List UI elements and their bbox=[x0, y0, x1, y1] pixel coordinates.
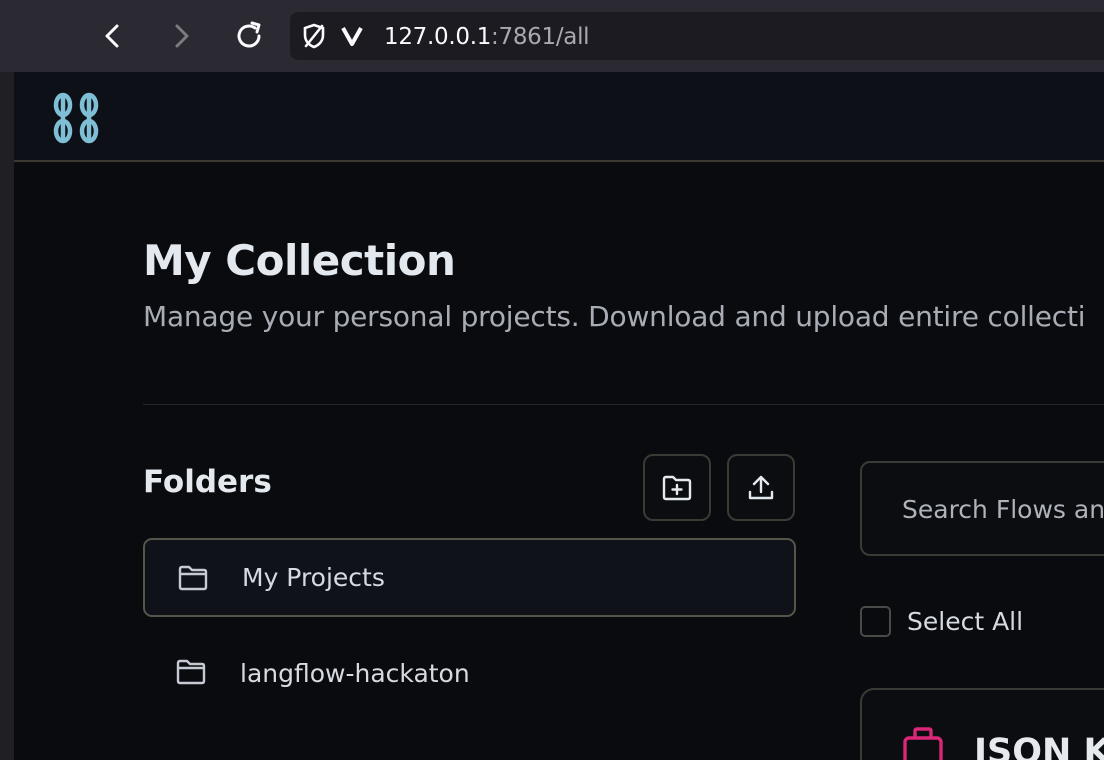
flow-card-title: JSON K bbox=[974, 732, 1104, 760]
window-edge bbox=[0, 72, 14, 760]
divider bbox=[143, 404, 1104, 405]
search-placeholder: Search Flows and bbox=[902, 495, 1104, 524]
back-arrow-icon bbox=[105, 24, 119, 48]
folder-item-my-projects[interactable]: My Projects bbox=[143, 538, 796, 617]
folder-plus-icon bbox=[662, 475, 692, 500]
address-bar[interactable]: 127.0.0.1:7861/all bbox=[290, 12, 1104, 60]
reload-button[interactable] bbox=[231, 18, 267, 54]
select-all-checkbox[interactable] bbox=[860, 606, 891, 637]
logo-link[interactable] bbox=[52, 90, 100, 150]
app-header bbox=[14, 72, 1104, 162]
folder-label: langflow-hackaton bbox=[240, 659, 470, 688]
folder-icon bbox=[178, 565, 208, 591]
site-identity-icon[interactable] bbox=[340, 24, 364, 48]
folders-heading: Folders bbox=[143, 464, 272, 500]
main-content: My Collection Manage your personal proje… bbox=[14, 164, 1104, 760]
page-subtitle: Manage your personal projects. Download … bbox=[143, 300, 1086, 333]
select-all-label[interactable]: Select All bbox=[907, 607, 1023, 636]
flow-card[interactable]: JSON K bbox=[860, 688, 1104, 760]
upload-folder-button[interactable] bbox=[727, 454, 795, 521]
folder-item-langflow-hackaton[interactable]: langflow-hackaton bbox=[143, 634, 796, 713]
reload-icon bbox=[237, 21, 261, 48]
url-text[interactable]: 127.0.0.1:7861/all bbox=[384, 24, 590, 50]
search-input[interactable]: Search Flows and bbox=[860, 461, 1104, 556]
browser-toolbar: 127.0.0.1:7861/all bbox=[0, 0, 1104, 72]
upload-icon bbox=[748, 475, 774, 499]
chain-link-icon bbox=[53, 92, 99, 144]
page-title: My Collection bbox=[143, 236, 456, 285]
url-host: 127.0.0.1 bbox=[384, 24, 492, 50]
briefcase-icon bbox=[903, 727, 943, 760]
url-path: :7861/all bbox=[491, 24, 590, 50]
forward-button[interactable] bbox=[164, 18, 200, 54]
forward-arrow-icon bbox=[175, 24, 189, 48]
folder-icon bbox=[176, 659, 206, 685]
folder-label: My Projects bbox=[242, 563, 385, 592]
tracking-protection-icon[interactable] bbox=[300, 22, 328, 50]
back-button[interactable] bbox=[94, 18, 130, 54]
add-folder-button[interactable] bbox=[643, 454, 711, 521]
